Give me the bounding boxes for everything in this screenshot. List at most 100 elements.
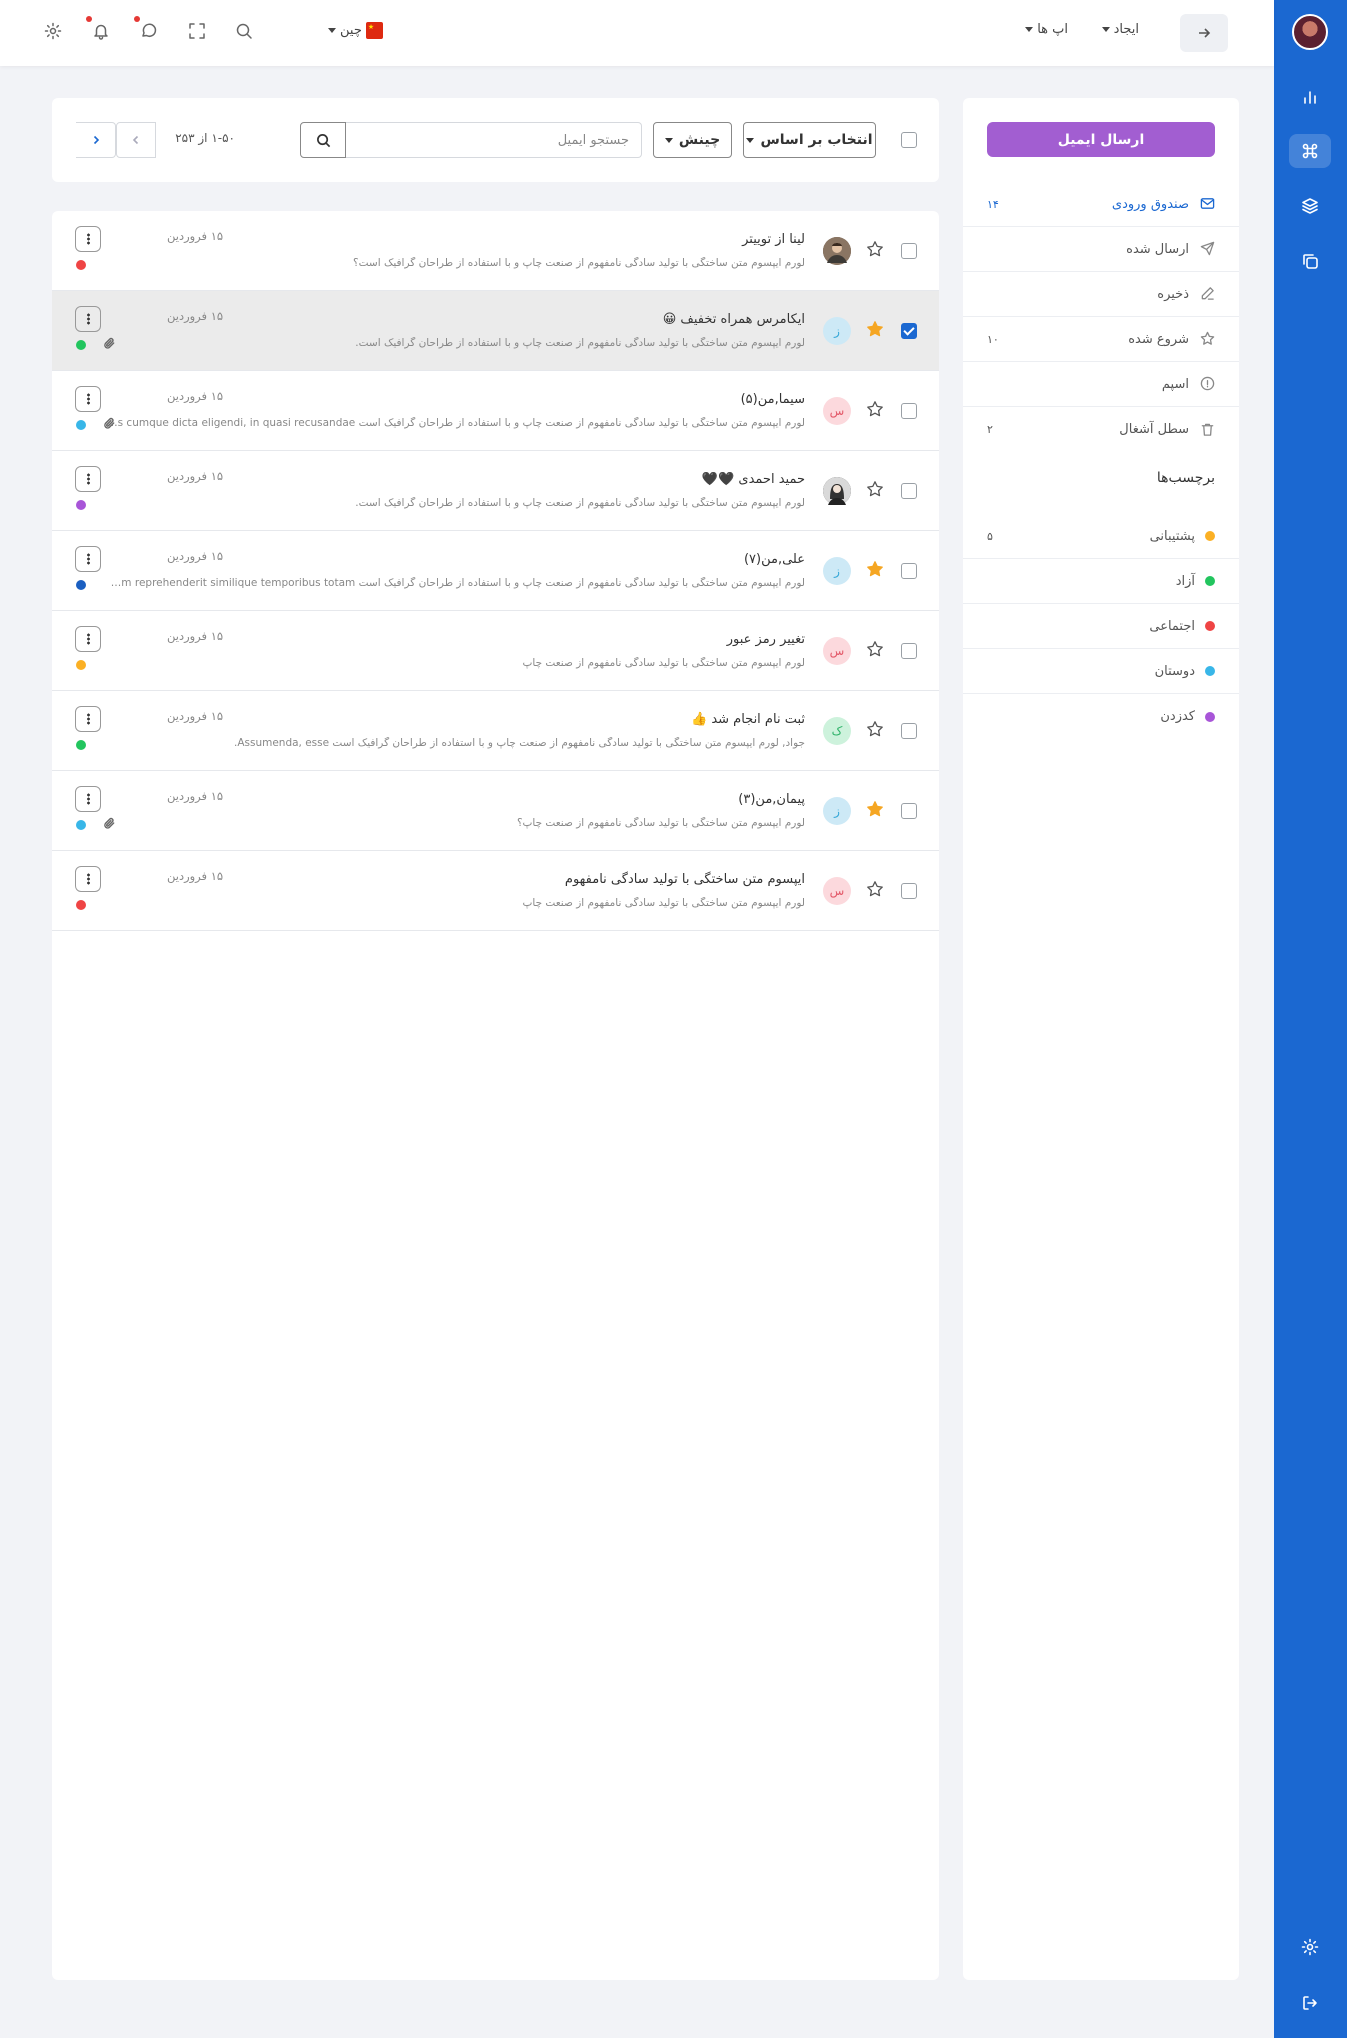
apps-menu[interactable]: اپ ها [1025,22,1068,37]
search-button[interactable] [300,122,346,158]
folder-list: صندوق ورودی ۱۴ ارسال شده ذخیره شروع شده … [963,182,1239,452]
email-subject: حمید احمدی 🖤🖤 [701,472,805,487]
more-options-button[interactable] [75,386,101,412]
select-by-label: انتخاب بر اساس [760,132,873,148]
email-subject: سیما,من(۵) [740,392,805,407]
star-icon[interactable] [866,480,884,498]
compose-button[interactable]: ارسال ایمیل [987,122,1215,157]
kebab-icon [86,233,90,245]
email-checkbox[interactable] [901,563,917,579]
email-checkbox[interactable] [901,483,917,499]
chevron-down-icon [1101,27,1110,32]
email-checkbox[interactable] [901,403,917,419]
folder-label: شروع شده [1128,331,1189,347]
more-options-button[interactable] [75,546,101,572]
more-options-button[interactable] [75,866,101,892]
chat-icon[interactable] [134,16,158,40]
pagination [76,122,156,158]
chart-icon[interactable] [1289,80,1331,114]
create-menu[interactable]: ایجاد [1101,22,1139,37]
copy-icon[interactable] [1289,244,1331,278]
more-options-button[interactable] [75,226,101,252]
email-date: ۱۵ فروردین [167,229,224,243]
layers-icon[interactable] [1289,189,1331,223]
label-color-dot [76,820,86,830]
email-checkbox[interactable] [901,723,917,739]
star-icon[interactable] [866,320,884,338]
folder-starred[interactable]: شروع شده ۱۰ [963,317,1239,362]
kebab-icon [86,553,90,565]
settings-icon[interactable] [1289,1930,1331,1964]
select-all-checkbox[interactable] [901,132,917,148]
star-icon[interactable] [866,720,884,738]
email-checkbox[interactable] [901,243,917,259]
email-snippet: لورم ایپسوم متن ساختگی با تولید سادگی نا… [516,817,805,829]
label-list: پشتیبانی ۵ آزاد اجتماعی دوستان کدزدن [963,514,1239,739]
avatar-initial: س [829,404,845,418]
language-selector[interactable]: چین [328,22,383,39]
select-by-dropdown[interactable]: انتخاب بر اساس [743,122,876,158]
email-checkbox[interactable] [901,883,917,899]
email-list: لینا از توییتر لورم ایپسوم متن ساختگی با… [52,211,939,1980]
email-checkbox[interactable] [901,803,917,819]
avatar: ک [823,717,851,745]
label-color-dot [1205,711,1215,722]
folder-spam[interactable]: اسپم [963,362,1239,407]
label-name: دوستان [1154,663,1195,679]
star-icon [1199,331,1215,347]
star-icon[interactable] [866,640,884,658]
search-input[interactable] [346,122,642,158]
back-button[interactable] [1180,14,1228,52]
folder-drafts[interactable]: ذخیره [963,272,1239,317]
email-row[interactable]: لینا از توییتر لورم ایپسوم متن ساختگی با… [52,211,939,291]
more-options-button[interactable] [75,626,101,652]
email-row[interactable]: س تغییر رمز عبور لورم ایپسوم متن ساختگی … [52,611,939,691]
email-row[interactable]: ز پیمان,من(۳) لورم ایپسوم متن ساختگی با … [52,771,939,851]
label-item-support[interactable]: پشتیبانی ۵ [963,514,1239,559]
search-icon[interactable] [235,22,253,40]
label-color-dot [1205,576,1215,586]
folder-inbox[interactable]: صندوق ورودی ۱۴ [963,182,1239,227]
label-item-friends[interactable]: دوستان [963,649,1239,694]
email-subject: پیمان,من(۳) [738,792,805,807]
label-color-dot [1205,621,1215,631]
logout-icon[interactable] [1289,1986,1331,2020]
next-page-button[interactable] [76,122,116,158]
star-icon[interactable] [866,400,884,418]
more-options-button[interactable] [75,706,101,732]
folder-sent[interactable]: ارسال شده [963,227,1239,272]
email-row[interactable]: س سیما,من(۵) لورم ایپسوم متن ساختگی با ت… [52,371,939,451]
chevron-left-icon [132,135,139,145]
folder-trash[interactable]: سطل آشغال ۲ [963,407,1239,452]
trash-icon [1199,422,1215,438]
email-snippet: جواد, لورم ایپسوم متن ساختگی با تولید سا… [233,737,805,749]
label-item-free[interactable]: آزاد [963,559,1239,604]
email-row[interactable]: حمید احمدی 🖤🖤 لورم ایپسوم متن ساختگی با … [52,451,939,531]
email-date: ۱۵ فروردین [167,549,224,563]
command-icon[interactable] [1289,134,1331,168]
email-snippet: لورم ایپسوم متن ساختگی با تولید سادگی نا… [355,337,805,349]
email-row[interactable]: ک ثبت نام انجام شد 👍 جواد, لورم ایپسوم م… [52,691,939,771]
more-options-button[interactable] [75,466,101,492]
more-options-button[interactable] [75,306,101,332]
star-icon[interactable] [866,880,884,898]
search-group [300,122,642,158]
more-options-button[interactable] [75,786,101,812]
previous-page-button[interactable] [116,122,156,158]
star-icon[interactable] [866,800,884,818]
email-snippet: لورم ایپسوم متن ساختگی با تولید سادگی نا… [522,897,805,909]
label-item-social[interactable]: اجتماعی [963,604,1239,649]
star-icon[interactable] [866,560,884,578]
fullscreen-icon[interactable] [188,22,206,40]
star-icon[interactable] [866,240,884,258]
email-row[interactable]: ز ایکامرس همراه تخفیف 😀 لورم ایپسوم متن … [52,291,939,371]
user-avatar[interactable] [1292,14,1328,50]
email-checkbox[interactable] [901,643,917,659]
email-row[interactable]: س ایپسوم متن ساختگی با تولید سادگی نامفه… [52,851,939,931]
sort-dropdown[interactable]: چینش [653,122,732,158]
label-item-coding[interactable]: کدزدن [963,694,1239,739]
gear-icon[interactable] [44,22,62,40]
email-row[interactable]: ز علی,من(۷) لورم ایپسوم متن ساختگی با تو… [52,531,939,611]
email-checkbox[interactable] [901,323,917,339]
bell-icon[interactable] [86,16,110,40]
